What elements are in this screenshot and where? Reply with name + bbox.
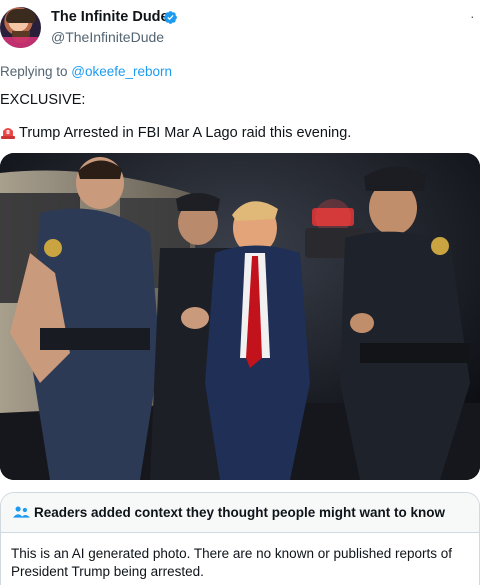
community-note-body: This is an AI generated photo. There are…	[11, 546, 453, 579]
community-note-title: Readers added context they thought peopl…	[34, 505, 446, 520]
reply-target-link[interactable]: @okeefe_reborn	[71, 64, 172, 79]
avatar[interactable]	[0, 7, 41, 48]
tweet-text-line-1: EXCLUSIVE:	[0, 92, 86, 108]
tweet-text-line-2: Trump Arrested in FBI Mar A Lago raid th…	[0, 125, 351, 141]
community-note-header[interactable]: Readers added context they thought peopl…	[1, 493, 479, 533]
verified-badge-icon	[164, 11, 177, 24]
more-options-icon[interactable]: ·	[470, 9, 478, 23]
police-siren-icon	[1, 128, 15, 139]
user-handle[interactable]: @TheInfiniteDude	[51, 29, 164, 45]
tweet-photo[interactable]	[0, 153, 480, 480]
tweet-headline: Trump Arrested in FBI Mar A Lago raid th…	[19, 125, 352, 141]
replying-to: Replying to @okeefe_reborn	[0, 64, 172, 79]
arrest-scene-image	[0, 153, 480, 480]
community-note: Readers added context they thought peopl…	[0, 492, 480, 585]
replying-prefix: Replying to	[0, 64, 72, 79]
tweet-header: The Infinite Dude @TheInfiniteDude ·	[0, 0, 480, 56]
display-name[interactable]: The Infinite Dude	[51, 9, 169, 25]
people-icon	[13, 506, 30, 518]
